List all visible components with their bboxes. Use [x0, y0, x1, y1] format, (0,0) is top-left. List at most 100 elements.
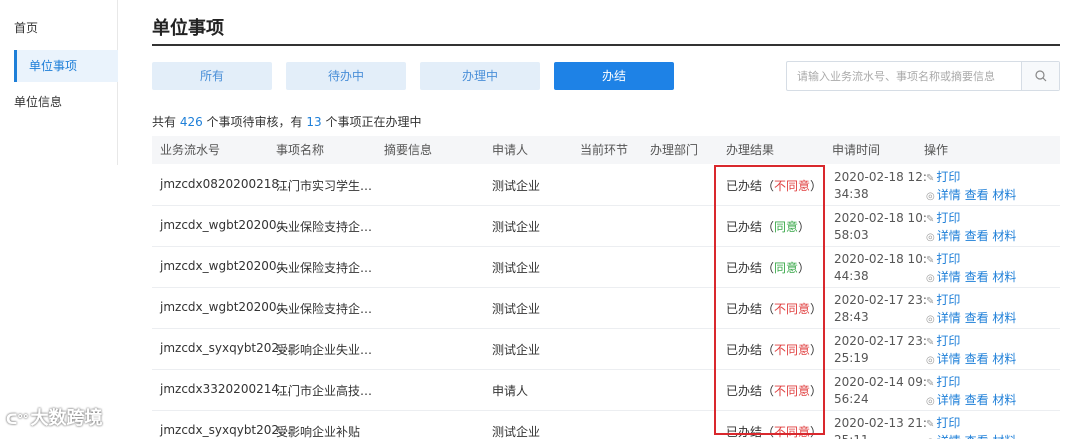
pen-icon: ✎ [926, 173, 935, 184]
actions-cell: ✎打印◎详情 查看 材料 [926, 374, 1016, 410]
time-line-2: 28:43 [834, 310, 869, 324]
tab-completed[interactable]: 办结 [554, 62, 674, 90]
result-suffix: ） [798, 220, 811, 234]
detail-link[interactable]: 详情 [937, 352, 961, 366]
search-button[interactable] [1021, 62, 1059, 90]
name-cell: 江门市实习学生… [276, 179, 373, 193]
detail-link[interactable]: 详情 [937, 434, 961, 439]
table-row[interactable]: jmzcdx3320200214… 江门市企业高技… 申请人 已办结（不同意） 2020… [152, 370, 1060, 411]
time-line-1: 2020-02-14 09: [834, 375, 927, 389]
result-prefix: 已办结（ [726, 302, 775, 316]
sidebar-item-unit-matters[interactable]: 单位事项 [14, 50, 118, 82]
result-suffix: ） [810, 384, 823, 398]
applicant-cell: 测试企业 [492, 179, 541, 193]
title-divider [152, 44, 1060, 46]
material-link[interactable]: 材料 [992, 311, 1016, 325]
detail-link[interactable]: 详情 [937, 188, 961, 202]
material-link[interactable]: 材料 [992, 188, 1016, 202]
page-title: 单位事项 [152, 18, 224, 39]
actions-cell: ✎打印◎详情 查看 材料 [926, 251, 1016, 287]
result-prefix: 已办结（ [726, 425, 775, 439]
time-line-1: 2020-02-18 12: [834, 170, 927, 184]
pending-count: 426 [179, 115, 203, 129]
actions-cell: ✎打印◎详情 查看 材料 [926, 333, 1016, 369]
name-cell: 受影响企业失业… [276, 343, 373, 357]
detail-link[interactable]: 详情 [937, 393, 961, 407]
sidebar: 首页 单位事项 单位信息 [0, 0, 118, 165]
print-link[interactable]: 打印 [936, 334, 960, 348]
name-cell: 失业保险支持企… [276, 220, 373, 234]
result-prefix: 已办结（ [726, 343, 775, 357]
eye-icon: ◎ [926, 355, 935, 366]
material-link[interactable]: 材料 [992, 434, 1016, 439]
time-cell: 2020-02-18 10: 44:38 [834, 251, 927, 285]
detail-link[interactable]: 详情 [937, 229, 961, 243]
material-link[interactable]: 材料 [992, 393, 1016, 407]
actions-cell: ✎打印◎详情 查看 材料 [926, 169, 1016, 205]
time-line-2: 58:03 [834, 228, 869, 242]
table-row[interactable]: jmzcdx_syxqybt202… 受影响企业失业… 测试企业 已办结（不同意） 20… [152, 329, 1060, 370]
tab-pending[interactable]: 待办中 [286, 62, 406, 90]
pen-icon: ✎ [926, 255, 935, 266]
tab-processing[interactable]: 办理中 [420, 62, 540, 90]
table-row[interactable]: jmzcdx_wgbt20200… 失业保险支持企… 测试企业 已办结（同意） 2020… [152, 206, 1060, 247]
view-link[interactable]: 查看 [965, 229, 989, 243]
result-status: 同意 [774, 220, 799, 234]
table-row[interactable]: jmzcdx_wgbt20200… 失业保险支持企… 测试企业 已办结（不同意） 202… [152, 288, 1060, 329]
serial-cell: jmzcdx_wgbt20200… [160, 218, 289, 232]
result-status: 不同意 [774, 302, 811, 316]
result-cell: 已办结（不同意） [726, 177, 822, 194]
print-link[interactable]: 打印 [936, 252, 960, 266]
search-input[interactable] [787, 62, 1021, 90]
view-link[interactable]: 查看 [965, 188, 989, 202]
print-link[interactable]: 打印 [936, 416, 960, 430]
table-row[interactable]: jmzcdx0820200218… 江门市实习学生… 测试企业 已办结（不同意） 202… [152, 165, 1060, 206]
result-status: 同意 [774, 261, 799, 275]
time-line-2: 44:38 [834, 269, 869, 283]
eye-icon: ◎ [926, 232, 935, 243]
result-status: 不同意 [774, 343, 811, 357]
view-link[interactable]: 查看 [965, 434, 989, 439]
result-status: 不同意 [774, 425, 811, 439]
time-cell: 2020-02-17 23: 25:19 [834, 333, 927, 367]
search-icon [1035, 70, 1047, 82]
detail-link[interactable]: 详情 [937, 311, 961, 325]
watermark-text: 大数跨境 [30, 408, 103, 429]
table-row[interactable]: jmzcdx_syxqybt202… 受影响企业补贴 测试企业 已办结（不同意） 202… [152, 411, 1060, 439]
sidebar-item-unit-info[interactable]: 单位信息 [14, 86, 62, 118]
time-cell: 2020-02-18 12: 34:38 [834, 169, 927, 203]
view-link[interactable]: 查看 [965, 393, 989, 407]
view-link[interactable]: 查看 [965, 270, 989, 284]
result-prefix: 已办结（ [726, 261, 775, 275]
time-line-2: 25:11 [834, 432, 927, 439]
print-link[interactable]: 打印 [936, 211, 960, 225]
result-suffix: ） [810, 302, 823, 316]
eye-icon: ◎ [926, 273, 935, 284]
time-line-2: 56:24 [834, 392, 869, 406]
processing-count: 13 [306, 115, 322, 129]
tab-all[interactable]: 所有 [152, 62, 272, 90]
print-link[interactable]: 打印 [936, 170, 960, 184]
detail-link[interactable]: 详情 [937, 270, 961, 284]
material-link[interactable]: 材料 [992, 352, 1016, 366]
print-link[interactable]: 打印 [936, 293, 960, 307]
view-link[interactable]: 查看 [965, 311, 989, 325]
col-current-step: 当前环节 [580, 143, 629, 157]
serial-cell: jmzcdx0820200218… [160, 177, 291, 191]
summary-text: 共有 426 个事项待审核，有 13 个事项正在办理中 [152, 113, 421, 130]
sidebar-item-home[interactable]: 首页 [14, 12, 38, 44]
applicant-cell: 申请人 [492, 384, 529, 398]
print-link[interactable]: 打印 [936, 375, 960, 389]
time-cell: 2020-02-13 21: 25:11 [834, 415, 927, 439]
material-link[interactable]: 材料 [992, 270, 1016, 284]
view-link[interactable]: 查看 [965, 352, 989, 366]
serial-cell: jmzcdx_syxqybt202… [160, 341, 292, 355]
time-cell: 2020-02-17 23: 28:43 [834, 292, 927, 326]
material-link[interactable]: 材料 [992, 229, 1016, 243]
result-cell: 已办结（不同意） [726, 382, 822, 399]
summary-suffix: 个事项正在办理中 [321, 115, 422, 129]
pen-icon: ✎ [926, 419, 935, 430]
applicant-cell: 测试企业 [492, 425, 541, 439]
table-row[interactable]: jmzcdx_wgbt20200… 失业保险支持企… 测试企业 已办结（同意） 2020… [152, 247, 1060, 288]
result-suffix: ） [810, 179, 823, 193]
